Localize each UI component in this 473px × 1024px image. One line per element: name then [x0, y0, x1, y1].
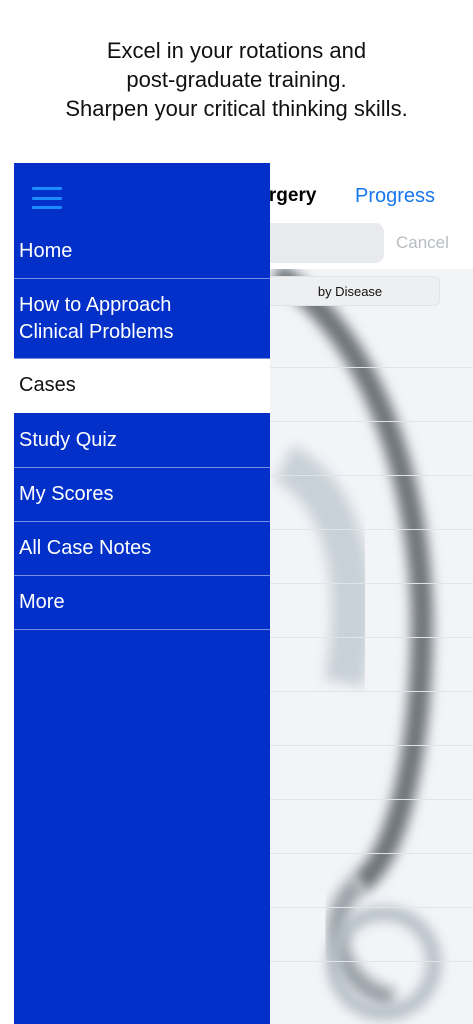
- list-separator: [270, 853, 473, 854]
- headline-line-2: post-graduate training.: [126, 67, 347, 92]
- marketing-headline: Excel in your rotations and post-graduat…: [0, 36, 473, 123]
- list-separator: [270, 691, 473, 692]
- list-separator: [270, 799, 473, 800]
- menu-item-label: How to Approach Clinical Problems: [19, 293, 174, 343]
- menu-item-label: Home: [19, 240, 73, 262]
- list-separator: [270, 367, 473, 368]
- hamburger-menu-icon[interactable]: [32, 187, 62, 209]
- list-separator: [270, 421, 473, 422]
- menu-item-label: All Case Notes: [19, 537, 152, 559]
- menu-item-home[interactable]: Home: [14, 225, 270, 279]
- headline-line-3: Sharpen your critical thinking skills.: [65, 96, 408, 121]
- menu-item-label: Study Quiz: [19, 428, 117, 451]
- menu-item-all-case-notes[interactable]: All Case Notes: [14, 522, 270, 576]
- list-separator: [270, 475, 473, 476]
- list-separator: [270, 529, 473, 530]
- menu-item-how-to-approach[interactable]: How to Approach Clinical Problems: [14, 279, 270, 359]
- menu-item-study-quiz[interactable]: Study Quiz: [14, 413, 270, 468]
- headline-line-1: Excel in your rotations and: [106, 38, 367, 63]
- side-menu-drawer: Home How to Approach Clinical Problems C…: [14, 163, 270, 1024]
- list-separator: [270, 961, 473, 962]
- menu-item-label: My Scores: [19, 483, 114, 505]
- list-separator: [270, 583, 473, 584]
- menu-item-label: More: [19, 591, 65, 613]
- progress-button[interactable]: Progress: [355, 185, 435, 208]
- app-screen: Orthopedic Surgery Progress Cancel by Di…: [14, 163, 473, 1024]
- menu-header: [14, 163, 270, 225]
- list-separator: [270, 745, 473, 746]
- segmented-control-by-disease[interactable]: by Disease: [260, 276, 440, 306]
- list-separator: [270, 637, 473, 638]
- menu-item-label: Cases: [19, 374, 76, 396]
- menu-item-my-scores[interactable]: My Scores: [14, 468, 270, 522]
- list-separator: [270, 907, 473, 908]
- cancel-button[interactable]: Cancel: [396, 233, 449, 253]
- menu-item-more[interactable]: More: [14, 576, 270, 630]
- search-input[interactable]: [254, 223, 384, 263]
- menu-item-cases[interactable]: Cases: [14, 359, 270, 413]
